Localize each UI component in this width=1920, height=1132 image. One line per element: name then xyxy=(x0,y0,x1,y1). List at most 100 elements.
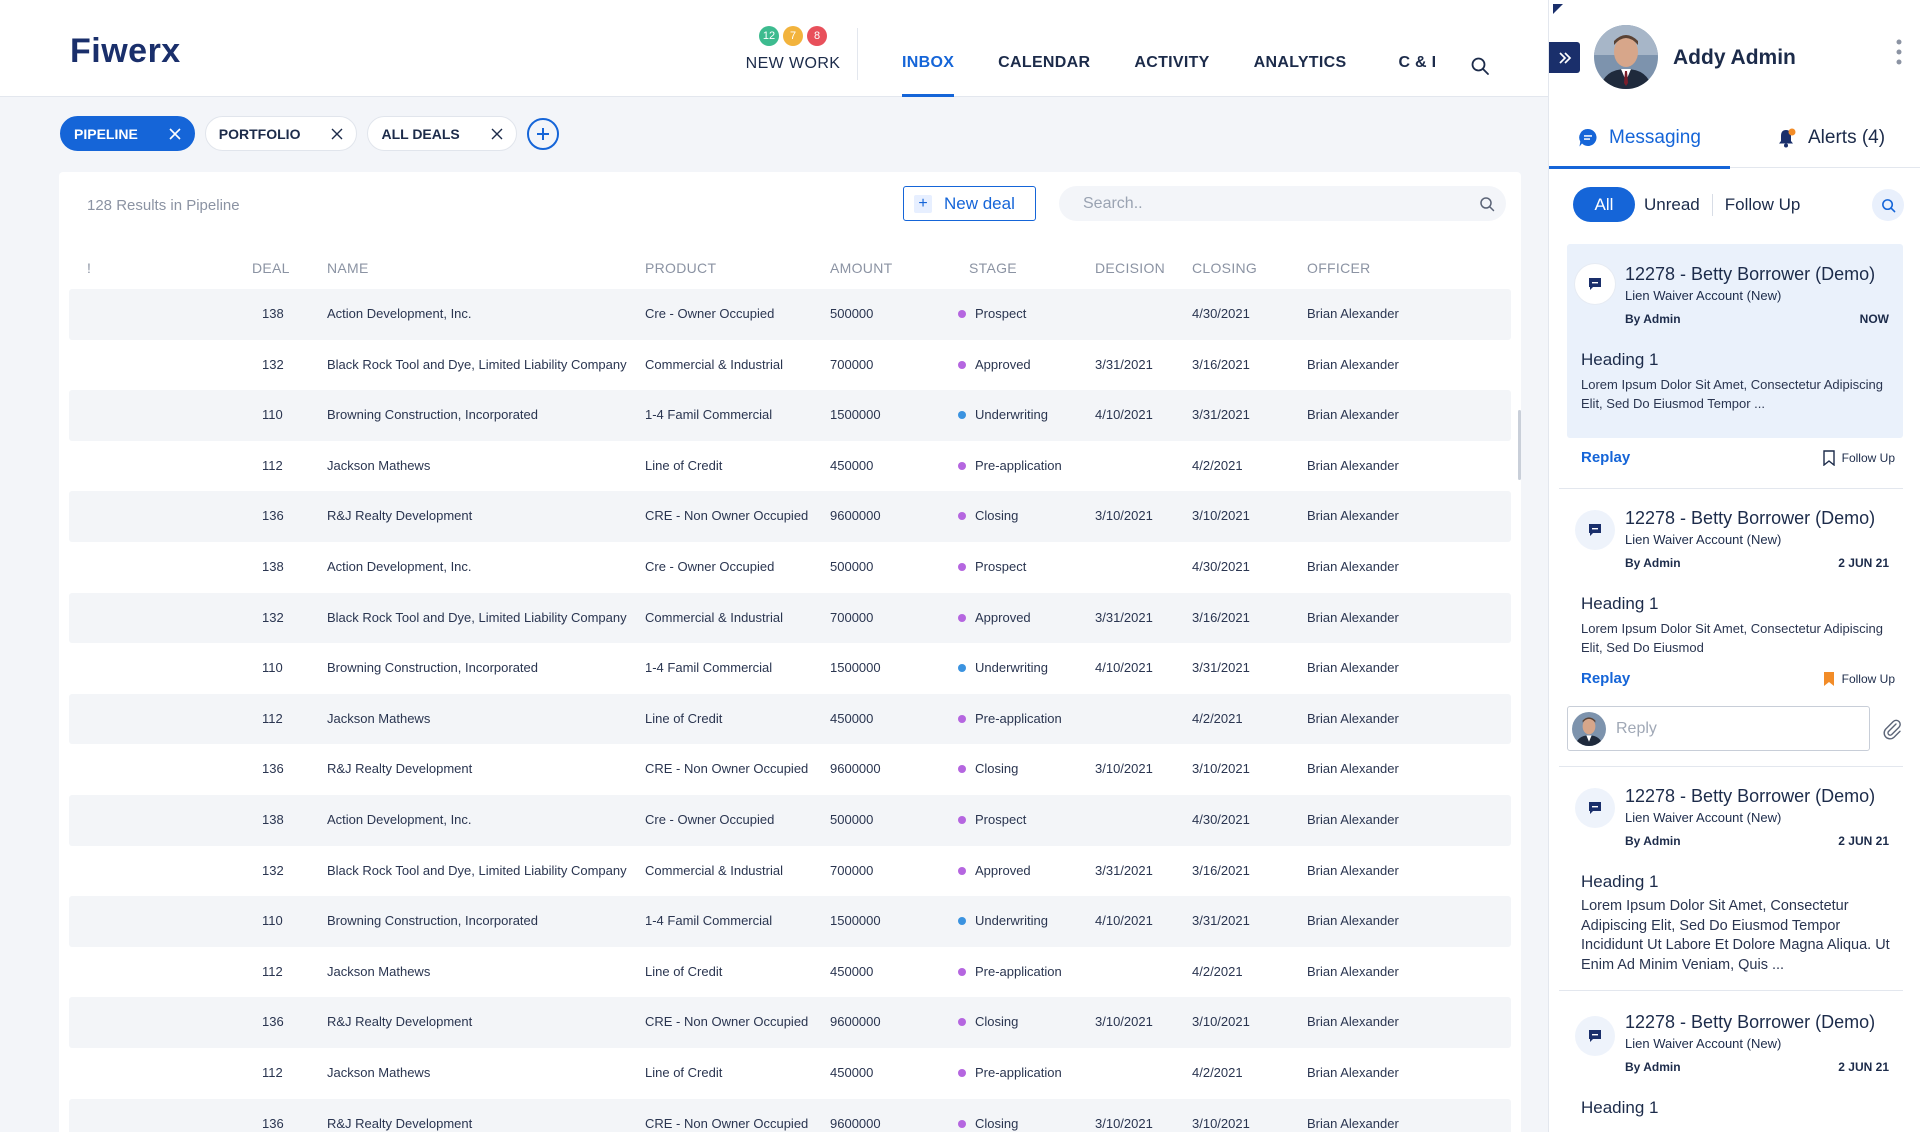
cell-officer: Brian Alexander xyxy=(1307,407,1399,423)
message-item[interactable]: 12278 - Betty Borrower (Demo) Lien Waive… xyxy=(1567,774,1903,974)
reply-link[interactable]: Replay xyxy=(1581,449,1630,466)
bookmark-icon xyxy=(1822,450,1835,466)
cell-stage: Prospect xyxy=(958,795,1026,846)
nav-analytics[interactable]: ANALYTICS xyxy=(1232,0,1369,97)
table-row[interactable]: 136 R&J Realty Development CRE - Non Owner… xyxy=(69,491,1511,542)
column-header-product[interactable]: PRODUCT xyxy=(645,248,716,288)
cell-amount: 450000 xyxy=(830,710,874,726)
cell-name: R&J Realty Development xyxy=(327,1014,473,1030)
filter-chip-portfolio[interactable]: PORTFOLIO xyxy=(204,116,358,151)
cell-stage: Pre-application xyxy=(958,947,1062,998)
search-icon[interactable] xyxy=(1479,196,1495,212)
cell-name: Browning Construction, Incorporated xyxy=(327,660,539,676)
panel-search-button[interactable] xyxy=(1872,189,1904,221)
follow-up-toggle[interactable]: Follow Up xyxy=(1822,450,1895,466)
table-row[interactable]: 110 Browning Construction, Incorporated 1-… xyxy=(69,896,1511,947)
corner-marker xyxy=(1553,4,1563,14)
message-heading: Heading 1 xyxy=(1581,594,1659,613)
cell-product: Cre - Owner Occupied xyxy=(645,306,775,321)
cell-product: CRE - Non Owner Occupied xyxy=(645,1014,809,1030)
message-item[interactable]: 12278 - Betty Borrower (Demo) Lien Waive… xyxy=(1567,244,1903,438)
message-body: Lorem Ipsum Dolor Sit Amet, Consectetur … xyxy=(1581,898,1890,973)
cell-name: Browning Construction, Incorporated xyxy=(327,913,539,929)
column-header-amount[interactable]: AMOUNT xyxy=(830,248,892,288)
cell-stage: Approved xyxy=(958,340,1031,391)
nav-c-and-i[interactable]: C & I xyxy=(1368,0,1458,97)
stage-status-dot xyxy=(958,360,966,369)
table-row[interactable]: 136 R&J Realty Development CRE - Non Owner… xyxy=(69,997,1511,1048)
table-row[interactable]: 136 R&J Realty Development CRE - Non Owner… xyxy=(69,1098,1511,1132)
filter-chip-pipeline[interactable]: PIPELINE xyxy=(60,116,195,151)
table-row[interactable]: 112 Jackson Mathews Line of Credit 450000 Pr… xyxy=(69,947,1511,998)
chat-bubble-icon xyxy=(1589,802,1601,814)
stage-label: Approved xyxy=(975,862,1031,878)
close-icon[interactable] xyxy=(330,127,344,141)
reply-link[interactable]: Replay xyxy=(1581,670,1630,687)
paperclip-icon[interactable] xyxy=(1881,718,1903,740)
stage-label: Closing xyxy=(975,1014,1019,1030)
table-row[interactable]: 112 Jackson Mathews Line of Credit 450000 Pr… xyxy=(69,1048,1511,1099)
table-row[interactable]: 110 Browning Construction, Incorporated 1-… xyxy=(69,643,1511,694)
table-row[interactable]: 110 Browning Construction, Incorporated 1-… xyxy=(69,390,1511,441)
message-icon xyxy=(1575,510,1615,550)
column-header-flag[interactable]: ! xyxy=(87,248,91,288)
search-icon[interactable] xyxy=(1470,56,1490,76)
tab-messaging[interactable]: Messaging xyxy=(1549,108,1730,169)
stage-status-dot xyxy=(958,310,966,318)
new-work-button[interactable]: 12 7 8 NEW WORK xyxy=(743,26,843,73)
table-row[interactable]: 136 R&J Realty Development CRE - Non Owner… xyxy=(69,744,1511,795)
tab-alerts[interactable]: Alerts (4) xyxy=(1776,108,1885,168)
column-header-deal[interactable]: DEAL xyxy=(252,248,290,288)
reply-input[interactable] xyxy=(1616,719,1856,738)
table-row[interactable]: 138 Action Development, Inc. Cre - Owner O… xyxy=(69,794,1511,846)
nav-activity[interactable]: ACTIVITY xyxy=(1112,0,1231,97)
table-row[interactable]: 132 Black Rock Tool and Dye, Limited Liab… xyxy=(69,846,1511,897)
segment-follow-up[interactable]: Follow Up xyxy=(1717,187,1809,222)
add-filter-button[interactable] xyxy=(526,117,559,150)
table-row[interactable]: 138 Action Development, Inc. Cre - Owner O… xyxy=(69,289,1511,340)
nav-inbox[interactable]: INBOX xyxy=(880,0,976,97)
collapse-panel-button[interactable] xyxy=(1549,42,1580,73)
segment-all[interactable]: All xyxy=(1573,187,1635,222)
column-header-closing[interactable]: CLOSING xyxy=(1192,248,1257,288)
table-row[interactable]: 132 Black Rock Tool and Dye, Limited Liab… xyxy=(69,592,1511,644)
cell-amount: 500000 xyxy=(830,811,874,827)
cell-name: R&J Realty Development xyxy=(327,1115,473,1131)
message-item[interactable]: 12278 - Betty Borrower (Demo) Lien Waive… xyxy=(1567,496,1903,687)
table-row[interactable]: 112 Jackson Mathews Line of Credit 450000 Pr… xyxy=(69,441,1511,492)
segment-unread[interactable]: Unread xyxy=(1636,187,1708,222)
kebab-menu-icon[interactable] xyxy=(1894,38,1904,66)
column-header-officer[interactable]: OFFICER xyxy=(1307,248,1371,288)
column-header-decision[interactable]: DECISION xyxy=(1095,248,1165,288)
nav-calendar[interactable]: CALENDAR xyxy=(976,0,1112,97)
scrollbar-thumb[interactable] xyxy=(1518,410,1521,480)
reply-field[interactable] xyxy=(1567,706,1870,751)
table-row[interactable]: 112 Jackson Mathews Line of Credit 450000 Pr… xyxy=(69,693,1511,745)
filter-chip-label: PIPELINE xyxy=(74,125,138,142)
cell-decision: 3/10/2021 xyxy=(1095,508,1153,524)
cell-product: Line of Credit xyxy=(645,1064,723,1080)
column-header-name[interactable]: NAME xyxy=(327,248,369,288)
app-logo[interactable]: Fiwerx xyxy=(70,32,181,71)
cell-amount: 9600000 xyxy=(830,1014,881,1030)
stage-status-dot xyxy=(958,917,966,926)
filter-chip-all-deals[interactable]: ALL DEALS xyxy=(367,116,517,151)
table-search-input[interactable] xyxy=(1059,186,1506,221)
new-deal-button[interactable]: + New deal xyxy=(903,186,1036,221)
message-item[interactable]: 12278 - Betty Borrower (Demo) Lien Waive… xyxy=(1567,1002,1903,1132)
stage-label: Closing xyxy=(975,1115,1019,1131)
follow-up-toggle[interactable]: Follow Up xyxy=(1822,671,1895,687)
table-row[interactable]: 138 Action Development, Inc. Cre - Owner O… xyxy=(69,542,1511,593)
plus-icon xyxy=(536,127,549,140)
close-icon[interactable] xyxy=(490,127,504,141)
cell-amount: 450000 xyxy=(830,963,874,979)
avatar[interactable] xyxy=(1594,25,1658,89)
close-icon[interactable] xyxy=(168,127,182,141)
cell-officer: Brian Alexander xyxy=(1307,306,1399,321)
cell-decision: 4/10/2021 xyxy=(1095,407,1153,423)
table-row[interactable]: 132 Black Rock Tool and Dye, Limited Liab… xyxy=(69,340,1511,391)
message-subtitle: Lien Waiver Account (New) xyxy=(1625,1036,1782,1051)
cell-deal: 136 xyxy=(262,1014,284,1030)
cell-deal: 136 xyxy=(262,1115,284,1131)
column-header-stage[interactable]: STAGE xyxy=(969,248,1017,288)
